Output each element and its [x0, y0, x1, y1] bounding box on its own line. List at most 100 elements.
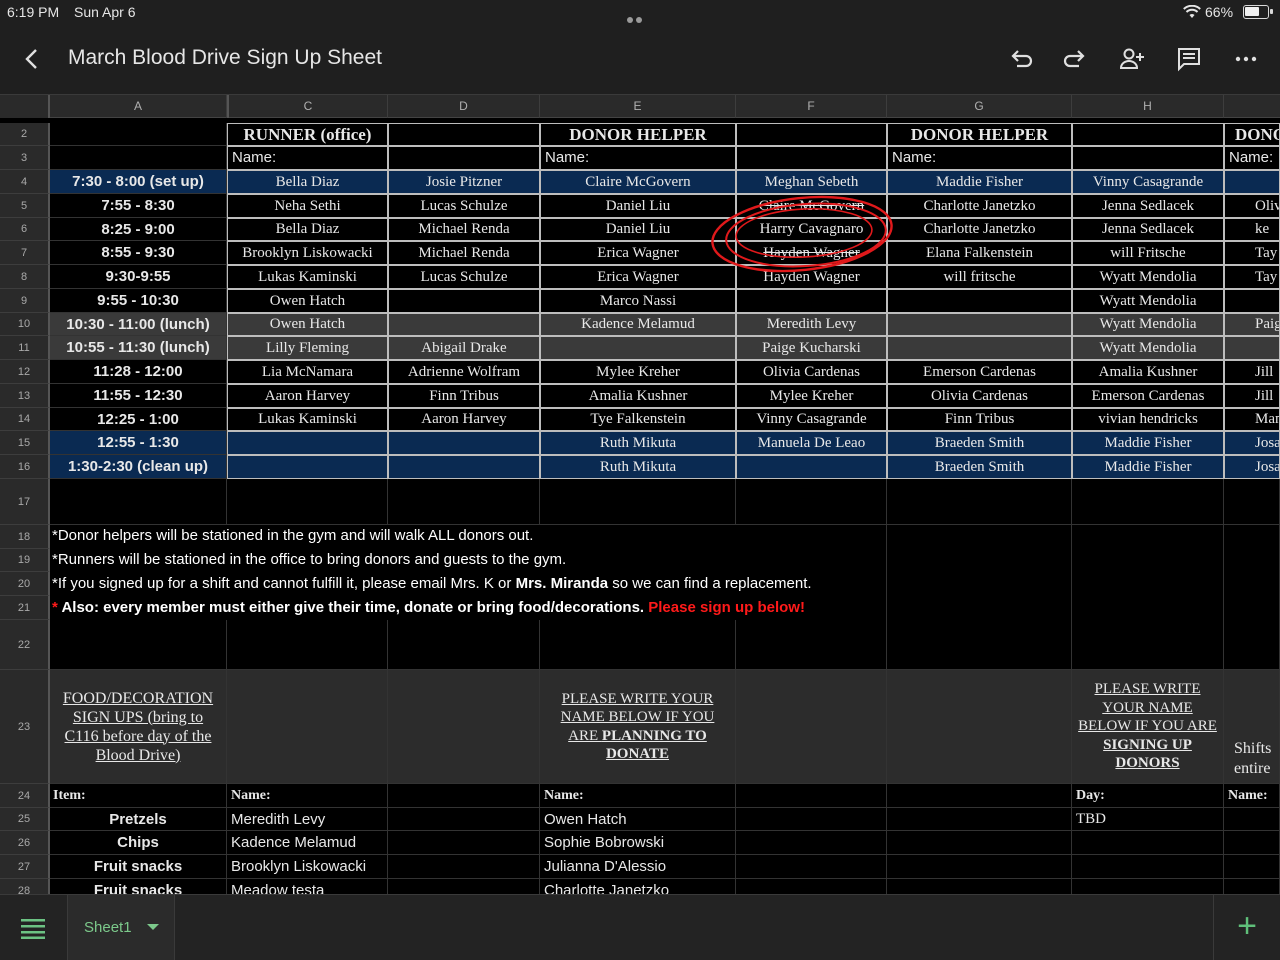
signup-name-cell[interactable]: [227, 431, 388, 455]
more-icon[interactable]: [1232, 45, 1260, 73]
cell-f17[interactable]: [736, 479, 887, 525]
signup-name-cell[interactable]: Josa: [1224, 431, 1280, 455]
signup-name-cell[interactable]: Braeden Smith: [887, 455, 1072, 479]
signup-name-cell[interactable]: [887, 313, 1072, 336]
cell-a2[interactable]: [50, 123, 227, 146]
row-header[interactable]: 24: [0, 784, 50, 808]
share-icon[interactable]: [1118, 45, 1146, 73]
food-volunteer[interactable]: Kadence Melamud: [227, 831, 388, 855]
cell-f18-22[interactable]: [736, 525, 887, 670]
row-header[interactable]: 11: [0, 336, 50, 360]
signup-name-cell[interactable]: Bella Diaz: [227, 170, 388, 194]
shift-name-label[interactable]: Name:: [1224, 784, 1280, 808]
signup-name-cell[interactable]: Lucas Schulze: [388, 194, 540, 218]
signup-name-cell[interactable]: [1224, 336, 1280, 360]
time-slot[interactable]: 7:30 - 8:00 (set up): [50, 170, 227, 194]
column-header-e[interactable]: E: [540, 95, 736, 118]
empty-cell[interactable]: [388, 831, 540, 855]
column-header-d[interactable]: D: [388, 95, 540, 118]
cell-g23[interactable]: [887, 670, 1072, 784]
signup-name-cell[interactable]: will Fritsche: [1072, 241, 1224, 265]
signup-name-cell[interactable]: Wyatt Mendolia: [1072, 336, 1224, 360]
select-all-corner[interactable]: [0, 95, 50, 118]
row-header[interactable]: 16: [0, 455, 50, 479]
cell-d23[interactable]: [388, 670, 540, 784]
cell-d22[interactable]: [388, 620, 540, 670]
name-label-c[interactable]: Name:: [227, 146, 388, 170]
food-item[interactable]: Chips: [50, 831, 227, 855]
column-header-i[interactable]: [1224, 95, 1280, 118]
signup-name-cell[interactable]: Paig: [1224, 313, 1280, 336]
signup-name-cell[interactable]: Aaron Harvey: [388, 408, 540, 431]
row-header[interactable]: 10: [0, 313, 50, 336]
empty-cell[interactable]: [388, 808, 540, 831]
empty-cell[interactable]: [736, 808, 887, 831]
empty-cell[interactable]: [887, 808, 1072, 831]
signup-name-cell[interactable]: Maddie Fisher: [887, 170, 1072, 194]
food-item[interactable]: Pretzels: [50, 808, 227, 831]
signup-name-cell[interactable]: Bella Diaz: [227, 218, 388, 241]
signup-name-cell[interactable]: Josa: [1224, 455, 1280, 479]
donor-day[interactable]: [1072, 855, 1224, 879]
signup-name-cell[interactable]: Meredith Levy: [736, 313, 887, 336]
food-item[interactable]: Fruit snacks: [50, 879, 227, 894]
name-label-i[interactable]: Name:: [1224, 146, 1280, 170]
row-header[interactable]: 2: [0, 123, 50, 146]
signup-name-cell[interactable]: [736, 289, 887, 313]
cell-a22[interactable]: [50, 620, 227, 670]
donor-helper-header-2[interactable]: DONOR HELPER: [887, 123, 1072, 146]
row-header[interactable]: 14: [0, 408, 50, 431]
signup-name-cell[interactable]: Ruth Mikuta: [540, 431, 736, 455]
empty-cell[interactable]: [388, 879, 540, 894]
cell-e17[interactable]: [540, 479, 736, 525]
empty-cell[interactable]: [887, 831, 1072, 855]
cell-d2[interactable]: [388, 123, 540, 146]
donor-name[interactable]: Charlotte Janetzko: [540, 879, 736, 894]
row-header[interactable]: 9: [0, 289, 50, 313]
redo-icon[interactable]: [1062, 45, 1090, 73]
cell-i17[interactable]: [1224, 479, 1280, 525]
signup-name-cell[interactable]: Josie Pitzner: [388, 170, 540, 194]
signup-name-cell[interactable]: [227, 455, 388, 479]
signup-name-cell[interactable]: [388, 455, 540, 479]
signup-name-cell[interactable]: Braeden Smith: [887, 431, 1072, 455]
signup-name-cell[interactable]: Finn Tribus: [887, 408, 1072, 431]
time-slot[interactable]: 9:30-9:55: [50, 265, 227, 289]
row-header[interactable]: 8: [0, 265, 50, 289]
donor-name[interactable]: Julianna D'Alessio: [540, 855, 736, 879]
signup-name-cell[interactable]: Owen Hatch: [227, 289, 388, 313]
time-slot[interactable]: 8:55 - 9:30: [50, 241, 227, 265]
signup-name-cell[interactable]: [388, 289, 540, 313]
empty-cell[interactable]: [1224, 808, 1280, 831]
day-label[interactable]: Day:: [1072, 784, 1224, 808]
food-volunteer[interactable]: Brooklyn Liskowacki: [227, 855, 388, 879]
signup-name-cell[interactable]: vivian hendricks: [1072, 408, 1224, 431]
row-header[interactable]: 3: [0, 146, 50, 170]
empty-cell[interactable]: [736, 831, 887, 855]
time-slot[interactable]: 12:25 - 1:00: [50, 408, 227, 431]
row-header[interactable]: 17: [0, 479, 50, 525]
time-slot[interactable]: 11:55 - 12:30: [50, 384, 227, 408]
column-header-c[interactable]: C: [227, 95, 388, 118]
column-header-g[interactable]: G: [887, 95, 1072, 118]
add-sheet-icon[interactable]: +: [1213, 895, 1280, 960]
row-header[interactable]: 19: [0, 549, 50, 572]
food-name-label[interactable]: Name:: [227, 784, 388, 808]
sheet-tab[interactable]: Sheet1: [67, 895, 175, 960]
cell-c23[interactable]: [227, 670, 388, 784]
row-header[interactable]: 18: [0, 525, 50, 549]
signup-name-cell[interactable]: Oliv: [1224, 194, 1280, 218]
multitasking-dots-icon[interactable]: [627, 10, 653, 39]
cell-e22[interactable]: [540, 620, 736, 670]
signing-donors-header[interactable]: PLEASE WRITE YOUR NAME BELOW IF YOU ARE …: [1072, 670, 1224, 784]
signup-name-cell[interactable]: [1224, 289, 1280, 313]
spreadsheet-grid[interactable]: 2 3 4 5 6 7 8 9 10 11 12 13 14 15 16 17 …: [0, 118, 1280, 894]
signup-name-cell[interactable]: Wyatt Mendolia: [1072, 313, 1224, 336]
signup-name-cell[interactable]: ke: [1224, 218, 1280, 241]
signup-name-cell[interactable]: Amalia Kushner: [1072, 360, 1224, 384]
cell-f3[interactable]: [736, 146, 887, 170]
signup-name-cell[interactable]: Jenna Sedlacek: [1072, 218, 1224, 241]
signup-name-cell[interactable]: Jenna Sedlacek: [1072, 194, 1224, 218]
signup-name-cell[interactable]: Marco Nassi: [540, 289, 736, 313]
signup-name-cell[interactable]: Owen Hatch: [227, 313, 388, 336]
